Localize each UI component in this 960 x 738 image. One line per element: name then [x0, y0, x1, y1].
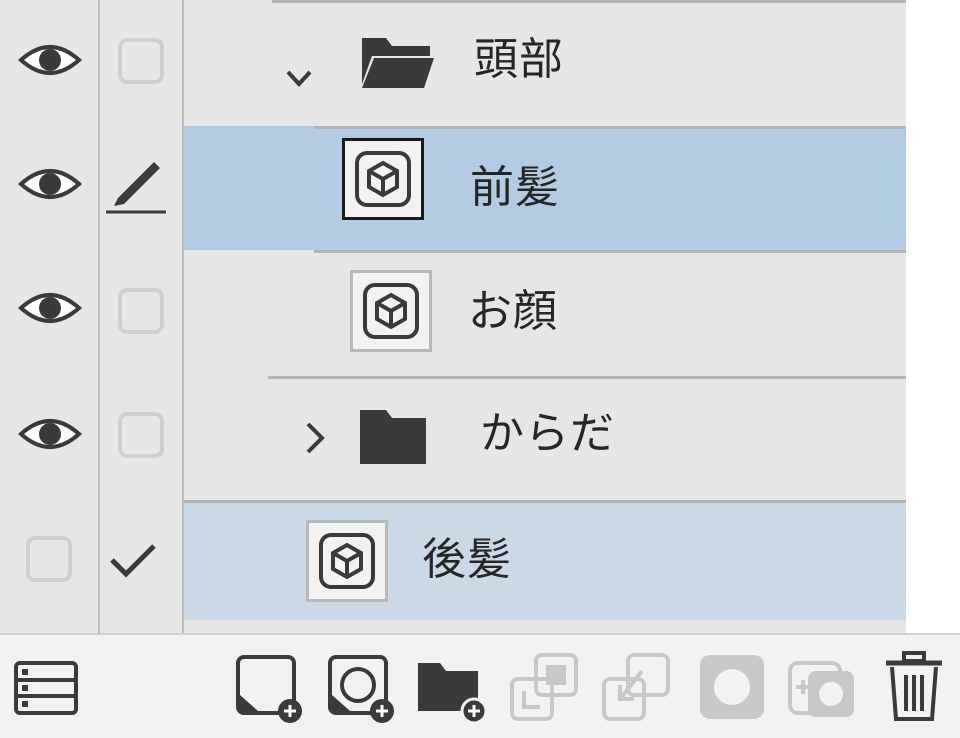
3d-cube-icon — [355, 151, 411, 207]
layer-row-face[interactable]: お顔 — [184, 250, 906, 376]
layer-name: 前髪 — [470, 162, 560, 213]
folder-open-icon — [362, 38, 434, 88]
eye-icon[interactable] — [17, 414, 83, 454]
layer-toolbar — [0, 633, 960, 738]
eye-icon[interactable] — [17, 164, 83, 204]
transfer-down-button — [508, 651, 580, 723]
delete-layer-button[interactable] — [878, 651, 950, 723]
chevron-down-icon[interactable] — [284, 58, 314, 98]
pencil-icon[interactable] — [102, 154, 168, 214]
layer-row-head-folder[interactable]: 頭部 — [184, 0, 906, 126]
new-folder-icon — [418, 663, 488, 725]
column-divider — [182, 0, 184, 633]
merge-down-icon — [602, 653, 670, 721]
folder-icon — [360, 410, 426, 464]
column-divider — [98, 0, 100, 633]
layer-name: お顔 — [468, 286, 558, 337]
layer-row-body-folder[interactable]: からだ — [184, 376, 906, 500]
layer-name: 後髪 — [422, 534, 512, 585]
3d-cube-icon — [319, 533, 375, 589]
merge-down-button — [600, 651, 672, 723]
layer-row-front-hair[interactable]: 前髪 — [184, 126, 906, 250]
apply-mask-button — [786, 651, 858, 723]
layer-list-icon — [14, 661, 78, 715]
layer-row-back-hair[interactable]: 後髪 — [184, 500, 906, 620]
eye-icon[interactable] — [17, 40, 83, 80]
layer-name: からだ — [480, 408, 615, 459]
panel-margin — [906, 0, 960, 633]
layer-list-button[interactable] — [10, 651, 82, 723]
edit-target-checkbox[interactable] — [118, 38, 164, 84]
layer-name: 頭部 — [474, 34, 564, 85]
visibility-checkbox[interactable] — [26, 536, 72, 582]
chevron-right-icon[interactable] — [300, 418, 330, 458]
mask-button — [696, 651, 768, 723]
layer-thumbnail — [342, 138, 424, 220]
new-vector-layer-icon — [328, 655, 394, 723]
edit-target-checkbox[interactable] — [118, 412, 164, 458]
mask-icon — [700, 655, 764, 719]
eye-icon[interactable] — [17, 288, 83, 328]
new-folder-button[interactable] — [414, 651, 488, 725]
layer-thumbnail — [306, 520, 388, 602]
checkmark-icon[interactable] — [108, 540, 158, 580]
3d-cube-icon — [363, 283, 419, 339]
edit-target-checkbox[interactable] — [118, 288, 164, 334]
trash-icon — [886, 651, 942, 721]
new-vector-layer-button[interactable] — [324, 651, 396, 723]
apply-mask-icon — [788, 661, 854, 717]
transfer-down-icon — [510, 653, 578, 721]
layer-panel: 頭部 前髪 お顔 からだ 後髪 — [0, 0, 906, 633]
new-raster-layer-button[interactable] — [232, 651, 304, 723]
layer-thumbnail — [350, 270, 432, 352]
new-raster-layer-icon — [236, 655, 302, 723]
